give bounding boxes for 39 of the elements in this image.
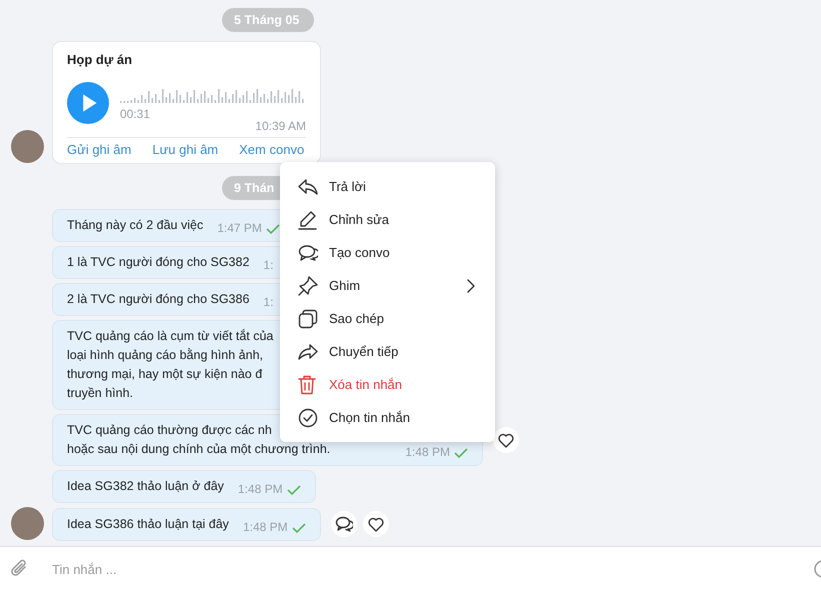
pencil-icon xyxy=(298,210,318,230)
menu-item[interactable]: Tạo convo xyxy=(280,236,495,269)
reply-icon xyxy=(298,178,318,196)
comment-icon[interactable] xyxy=(334,516,353,532)
trash-icon xyxy=(298,374,316,394)
message-input[interactable]: Tin nhắn ... xyxy=(50,560,793,578)
message-title: Họp dự án xyxy=(67,52,134,67)
menu-item[interactable]: Sao chép xyxy=(280,302,495,335)
check-circle-icon xyxy=(298,408,318,428)
audio-duration: 00:31 xyxy=(120,107,152,121)
message-composer[interactable]: Tin nhắn ... xyxy=(0,546,821,591)
message-text: Tháng này có 2 đầu việc xyxy=(67,217,204,234)
date-separator: 5 Tháng 05 xyxy=(222,8,314,32)
message-time: 10:39 AM xyxy=(254,119,306,133)
message-time: 1:47 PM xyxy=(217,220,262,237)
message-time: 1:48 PM xyxy=(405,444,450,461)
message-time: 1: xyxy=(263,294,274,311)
message-text: Idea SG382 thảo luận ở đây xyxy=(67,478,224,495)
message-text: 2 là TVC người đóng cho SG386 xyxy=(67,291,250,308)
heart-icon[interactable] xyxy=(368,516,384,532)
menu-item[interactable]: Ghim xyxy=(280,269,495,302)
message-time: 1: xyxy=(263,257,274,274)
action-link[interactable]: Xem convo xyxy=(239,142,304,157)
menu-item[interactable]: Chỉnh sửa xyxy=(280,203,495,236)
message-text: TVC quảng cáo là cụm từ viết tắt của loại hình quảng cáo bằng hình ảnh, thương mại, hay một sự kiện nào đ truyền hình. xyxy=(67,328,274,402)
menu-item[interactable]: Xóa tin nhắn xyxy=(280,368,495,401)
copy-icon xyxy=(298,308,318,328)
chat-bubbles-icon xyxy=(298,244,318,262)
action-link[interactable]: Lưu ghi âm xyxy=(152,142,218,157)
message-time: 1:48 PM xyxy=(238,481,283,498)
pin-icon xyxy=(298,276,318,296)
message-time: 1:48 PM xyxy=(242,519,288,536)
forward-icon xyxy=(298,342,318,360)
message-text: 1 là TVC người đóng cho SG382 xyxy=(67,254,250,271)
menu-item[interactable]: Chuyển tiếp xyxy=(280,335,495,368)
heart-icon[interactable] xyxy=(498,432,514,448)
message-text: Idea SG386 thảo luận tại đây xyxy=(67,516,229,533)
play-button[interactable] xyxy=(67,81,109,125)
action-link[interactable]: Gửi ghi âm xyxy=(67,142,132,157)
